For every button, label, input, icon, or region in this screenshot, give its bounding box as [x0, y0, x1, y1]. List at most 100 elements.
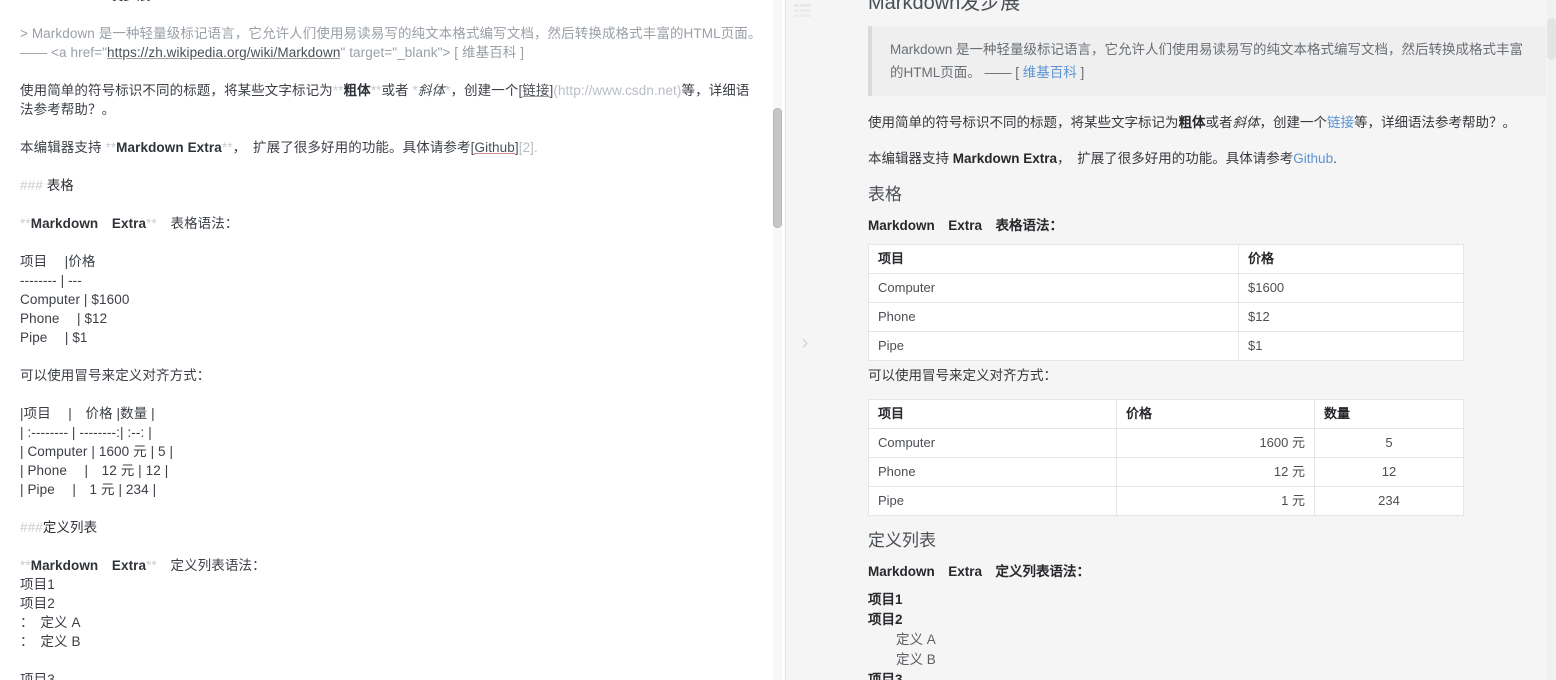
cell-quantity: 12 [1314, 457, 1464, 487]
p1-bold: 粗体 [1178, 115, 1206, 130]
wikipedia-link[interactable]: 维基百科 [1023, 65, 1077, 80]
table-row: Pipe $1 [868, 331, 1464, 361]
cell-item: Phone [868, 457, 1117, 487]
th-quantity: 数量 [1314, 399, 1464, 429]
source-line-blockquote: > Markdown 是一种轻量级标记语言，它允许人们使用易读易写的纯文本格式编… [20, 26, 782, 60]
source-line-table1-head: 项目 |价格 [20, 254, 96, 269]
grid-icon [794, 4, 811, 17]
th-item: 项目 [868, 244, 1239, 274]
cell-price: 1600 元 [1116, 428, 1315, 458]
source-line-deflist-term-3: 项目3 [20, 672, 55, 680]
definition-term: 项目3 [868, 672, 903, 680]
preview-content: Markdown发步展 Markdown 是一种轻量级标记语言，它允许人们使用易… [860, 0, 1556, 680]
source-blank-line [20, 62, 758, 81]
table-row: Phone $12 [868, 302, 1464, 332]
editor-scrollbar-thumb[interactable] [773, 108, 782, 228]
source-line-table2-row-1: | Computer | 1600 元 | 5 | [20, 444, 174, 459]
markdown-preview[interactable]: Markdown发步展 Markdown 是一种轻量级标记语言，它允许人们使用易… [860, 0, 1556, 680]
github-link[interactable]: Github [1293, 151, 1333, 166]
definition-description: 定义 B [896, 652, 936, 667]
preview-heading-main: Markdown发步展 [868, 0, 1021, 14]
cell-item: Phone [868, 302, 1239, 332]
source-line-table2-head: |项目 | 价格 |数量 | [20, 406, 155, 421]
source-line-table1-row-2: Phone | $12 [20, 311, 108, 326]
source-blank-line [20, 537, 758, 556]
table-row: Phone 12 元 12 [868, 457, 1464, 487]
source-line-heading-table: ### 表格 [20, 178, 74, 193]
price-table-simple: 项目 价格 Computer $1600 Phone $12 Pipe $1 [868, 244, 1464, 361]
source-blank-line [20, 233, 758, 252]
preview-vertical-scrollbar[interactable] [1547, 0, 1556, 680]
p1-part3: ，创建一个 [1259, 115, 1328, 130]
cell-quantity: 234 [1314, 486, 1464, 516]
table-row: Pipe 1 元 234 [868, 486, 1464, 516]
source-blank-line [20, 651, 758, 670]
source-blank-line [20, 157, 758, 176]
cell-item: Computer [868, 273, 1239, 303]
preview-deflist-label: Markdown Extra 定义列表语法： [868, 562, 1546, 582]
preview-paragraph-1: 使用简单的符号标识不同的标题，将某些文字标记为粗体或者斜体，创建一个链接等，详细… [868, 112, 1546, 134]
cell-item: Computer [868, 428, 1117, 458]
editor-text-area[interactable]: ### Markdown发步展 > Markdown 是一种轻量级标记语言，它允… [0, 0, 780, 680]
definition-description: 定义 A [896, 632, 936, 647]
source-line-paragraph-1: 使用简单的符号标识不同的标题，将某些文字标记为**粗体**或者 *斜体*，创建一… [20, 83, 750, 117]
preview-blockquote: Markdown 是一种轻量级标记语言，它允许人们使用易读易写的纯文本格式编写文… [868, 26, 1546, 96]
source-line-deflist-label: **Markdown Extra** 定义列表语法： [20, 558, 266, 573]
cell-price: $12 [1238, 302, 1464, 332]
cell-item: Pipe [868, 331, 1239, 361]
p2-part1: 本编辑器支持 [868, 151, 953, 166]
p2-part3: . [1333, 151, 1337, 166]
source-blank-line [20, 499, 758, 518]
preview-paragraph-2: 本编辑器支持 Markdown Extra， 扩展了很多好用的功能。具体请参考G… [868, 148, 1546, 170]
markdown-source-editor[interactable]: ### Markdown发步展 > Markdown 是一种轻量级标记语言，它允… [0, 0, 786, 680]
p1-part4: 等，详细语法参考帮助？。 [1354, 115, 1516, 130]
cell-quantity: 5 [1314, 428, 1464, 458]
source-blank-line [20, 119, 758, 138]
table-label-bold: Markdown Extra [868, 218, 983, 233]
editor-vertical-scrollbar[interactable] [773, 0, 782, 680]
source-blank-line [20, 195, 758, 214]
blockquote-bracket-close: ] [1076, 65, 1085, 80]
chevron-right-icon[interactable]: › [794, 330, 816, 356]
definition-list: 项目1 项目2 定义 A 定义 B 项目3 定义 C 定义 D [868, 590, 1546, 680]
source-line-table2-row-3: | Pipe | 1 元 | 234 | [20, 482, 157, 497]
cell-price: $1600 [1238, 273, 1464, 303]
source-line-align-caption: 可以使用冒号来定义对齐方式： [20, 368, 211, 383]
deflist-label-rest: 定义列表语法： [982, 564, 1091, 579]
markdown-editor-app: ### Markdown发步展 > Markdown 是一种轻量级标记语言，它允… [0, 0, 1556, 680]
cell-item: Pipe [868, 486, 1117, 516]
table-row: Computer 1600 元 5 [868, 428, 1464, 458]
p1-italic: 斜体 [1232, 115, 1260, 130]
blockquote-text: Markdown 是一种轻量级标记语言，它允许人们使用易读易写的纯文本格式编写文… [890, 42, 1524, 80]
deflist-label-bold: Markdown Extra [868, 564, 983, 579]
table-header-row: 项目 价格 [868, 244, 1464, 274]
source-line-table2-sep: | :-------- | --------:| :--: | [20, 425, 152, 440]
p1-part2: 或者 [1205, 115, 1233, 130]
cell-price: 12 元 [1116, 457, 1315, 487]
source-line-table1-row-1: Computer | $1600 [20, 292, 130, 307]
source-line-deflist-def-a: ： 定义 A [20, 615, 81, 630]
csdn-link[interactable]: 链接 [1327, 115, 1354, 130]
preview-table-label: Markdown Extra 表格语法： [868, 216, 1546, 236]
definition-term: 项目1 [868, 592, 903, 607]
source-line-deflist-term-2: 项目2 [20, 596, 55, 611]
cell-price: $1 [1238, 331, 1464, 361]
p2-part2: ， 扩展了很多好用的功能。具体请参考 [1057, 151, 1294, 166]
preview-align-caption: 可以使用冒号来定义对齐方式： [868, 368, 1057, 383]
source-blank-line [20, 5, 758, 24]
preview-scrollbar-thumb[interactable] [1547, 18, 1556, 60]
table-header-row: 项目 价格 数量 [868, 399, 1464, 429]
th-price: 价格 [1238, 244, 1464, 274]
source-line-table1-sep: -------- | --- [20, 273, 82, 288]
source-line-table1-row-3: Pipe | $1 [20, 330, 88, 345]
source-line-deflist-def-b: ： 定义 B [20, 634, 81, 649]
source-line-deflist-term-1: 项目1 [20, 577, 55, 592]
source-line-paragraph-2: 本编辑器支持 **Markdown Extra**， 扩展了很多好用的功能。具体… [20, 140, 538, 155]
preview-heading-deflist: 定义列表 [868, 531, 936, 550]
table-label-rest: 表格语法： [982, 218, 1064, 233]
preview-heading-table: 表格 [868, 185, 902, 204]
editor-preview-splitter[interactable]: › [786, 0, 860, 680]
p1-part1: 使用简单的符号标识不同的标题，将某些文字标记为 [868, 115, 1179, 130]
source-line-table2-row-2: | Phone | 12 元 | 12 | [20, 463, 169, 478]
source-blank-line [20, 347, 758, 366]
